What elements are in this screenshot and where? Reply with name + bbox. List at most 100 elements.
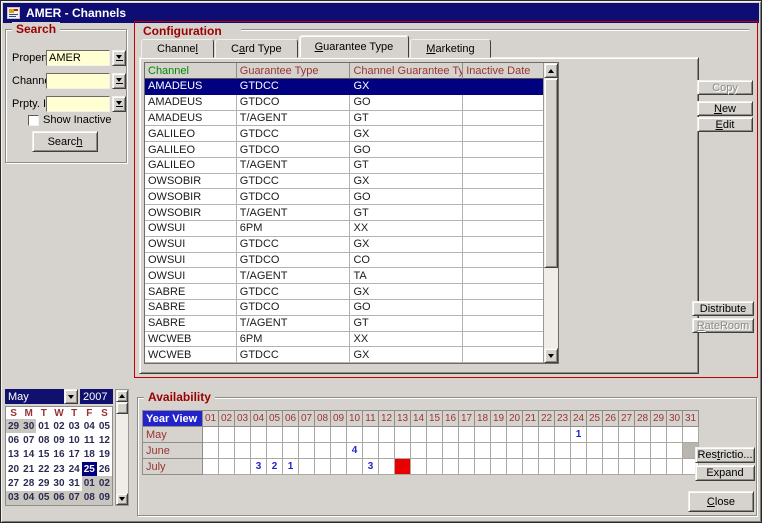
- table-row[interactable]: AMADEUSGTDCCGX: [145, 79, 543, 95]
- availability-cell[interactable]: [651, 443, 667, 459]
- availability-cell[interactable]: [603, 459, 619, 475]
- availability-cell[interactable]: [331, 443, 347, 459]
- table-cell[interactable]: [463, 158, 543, 174]
- table-cell[interactable]: OWSUI: [145, 237, 237, 253]
- expand-button[interactable]: Expand: [695, 465, 755, 481]
- table-cell[interactable]: [463, 300, 543, 316]
- table-cell[interactable]: GTDCC: [237, 174, 351, 190]
- calendar-day[interactable]: 07: [21, 433, 36, 447]
- availability-cell[interactable]: [363, 443, 379, 459]
- calendar-day[interactable]: 08: [82, 491, 97, 505]
- table-row[interactable]: SABREGTDCOGO: [145, 300, 543, 316]
- availability-cell[interactable]: [427, 427, 443, 443]
- availability-cell[interactable]: [203, 443, 219, 459]
- calendar-day[interactable]: 31: [67, 476, 82, 490]
- calendar-month-select[interactable]: May: [5, 389, 64, 404]
- calendar-day[interactable]: 04: [21, 491, 36, 505]
- availability-cell[interactable]: [379, 427, 395, 443]
- availability-cell[interactable]: [667, 459, 683, 475]
- availability-cell[interactable]: [235, 427, 251, 443]
- availability-cell[interactable]: [443, 427, 459, 443]
- table-cell[interactable]: GX: [350, 174, 463, 190]
- table-cell[interactable]: CO: [350, 253, 463, 269]
- table-cell[interactable]: T/AGENT: [237, 205, 351, 221]
- table-cell[interactable]: GX: [350, 284, 463, 300]
- tab-guarantee-type[interactable]: Guarantee Type: [299, 35, 410, 58]
- table-cell[interactable]: GT: [350, 158, 463, 174]
- table-cell[interactable]: [463, 142, 543, 158]
- table-row[interactable]: AMADEUST/AGENTGT: [145, 111, 543, 127]
- calendar-day[interactable]: 09: [51, 433, 66, 447]
- availability-cell[interactable]: [443, 459, 459, 475]
- availability-cell[interactable]: 4: [347, 443, 363, 459]
- availability-cell[interactable]: [475, 427, 491, 443]
- table-row[interactable]: WCWEB6PMXX: [145, 332, 543, 348]
- table-cell[interactable]: [463, 174, 543, 190]
- availability-cell[interactable]: [491, 459, 507, 475]
- tab-marketing[interactable]: Marketing: [410, 39, 490, 58]
- availability-cell[interactable]: [299, 459, 315, 475]
- availability-cell[interactable]: [475, 443, 491, 459]
- table-cell[interactable]: GX: [350, 347, 463, 363]
- table-cell[interactable]: GTDCC: [237, 79, 351, 95]
- table-cell[interactable]: [463, 79, 543, 95]
- edit-button[interactable]: Edit: [697, 117, 753, 132]
- availability-cell[interactable]: [395, 427, 411, 443]
- calendar-day[interactable]: 16: [51, 448, 66, 462]
- availability-cell[interactable]: [363, 427, 379, 443]
- availability-cell[interactable]: [331, 459, 347, 475]
- availability-cell[interactable]: [523, 443, 539, 459]
- availability-cell[interactable]: 1: [283, 459, 299, 475]
- availability-cell[interactable]: [491, 427, 507, 443]
- checkbox-icon[interactable]: [28, 115, 39, 126]
- calendar-day[interactable]: 17: [67, 448, 82, 462]
- availability-cell[interactable]: [267, 443, 283, 459]
- availability-cell[interactable]: [523, 427, 539, 443]
- table-cell[interactable]: OWSUI: [145, 253, 237, 269]
- availability-cell[interactable]: [619, 427, 635, 443]
- table-cell[interactable]: GT: [350, 111, 463, 127]
- table-row[interactable]: GALILEOGTDCCGX: [145, 126, 543, 142]
- availability-cell[interactable]: [539, 459, 555, 475]
- availability-cell[interactable]: [283, 427, 299, 443]
- availability-cell[interactable]: [235, 443, 251, 459]
- table-cell[interactable]: [463, 126, 543, 142]
- year-view-header[interactable]: Year View: [143, 411, 203, 427]
- table-cell[interactable]: T/AGENT: [237, 158, 351, 174]
- availability-cell[interactable]: [555, 443, 571, 459]
- availability-cell[interactable]: [251, 443, 267, 459]
- table-cell[interactable]: [463, 221, 543, 237]
- table-cell[interactable]: GTDCO: [237, 142, 351, 158]
- table-cell[interactable]: [463, 268, 543, 284]
- availability-cell[interactable]: [331, 427, 347, 443]
- calendar-scrollbar[interactable]: [115, 389, 129, 506]
- table-cell[interactable]: XX: [350, 221, 463, 237]
- column-header[interactable]: Channel Guarantee Type: [350, 63, 463, 79]
- table-cell[interactable]: GTDCC: [237, 347, 351, 363]
- availability-cell[interactable]: [619, 459, 635, 475]
- table-cell[interactable]: WCWEB: [145, 347, 237, 363]
- table-cell[interactable]: GO: [350, 142, 463, 158]
- table-cell[interactable]: SABRE: [145, 316, 237, 332]
- table-cell[interactable]: AMADEUS: [145, 79, 237, 95]
- calendar-day[interactable]: 03: [67, 419, 82, 433]
- table-cell[interactable]: GTDCO: [237, 253, 351, 269]
- calendar-day[interactable]: 03: [6, 491, 21, 505]
- table-row[interactable]: OWSUIT/AGENTTA: [145, 268, 543, 284]
- table-row[interactable]: GALILEOT/AGENTGT: [145, 158, 543, 174]
- table-cell[interactable]: GTDCO: [237, 189, 351, 205]
- availability-cell[interactable]: [459, 459, 475, 475]
- table-cell[interactable]: GO: [350, 300, 463, 316]
- table-row[interactable]: SABRET/AGENTGT: [145, 316, 543, 332]
- availability-cell[interactable]: [635, 459, 651, 475]
- availability-cell[interactable]: 3: [363, 459, 379, 475]
- table-cell[interactable]: [463, 284, 543, 300]
- availability-cell[interactable]: [587, 459, 603, 475]
- calendar-scrollbar-track[interactable]: [116, 414, 128, 493]
- copy-button[interactable]: Copy: [697, 80, 753, 95]
- calendar-day[interactable]: 24: [67, 462, 82, 476]
- table-cell[interactable]: [463, 189, 543, 205]
- calendar-day[interactable]: 05: [36, 491, 51, 505]
- table-cell[interactable]: [463, 253, 543, 269]
- availability-cell[interactable]: [347, 459, 363, 475]
